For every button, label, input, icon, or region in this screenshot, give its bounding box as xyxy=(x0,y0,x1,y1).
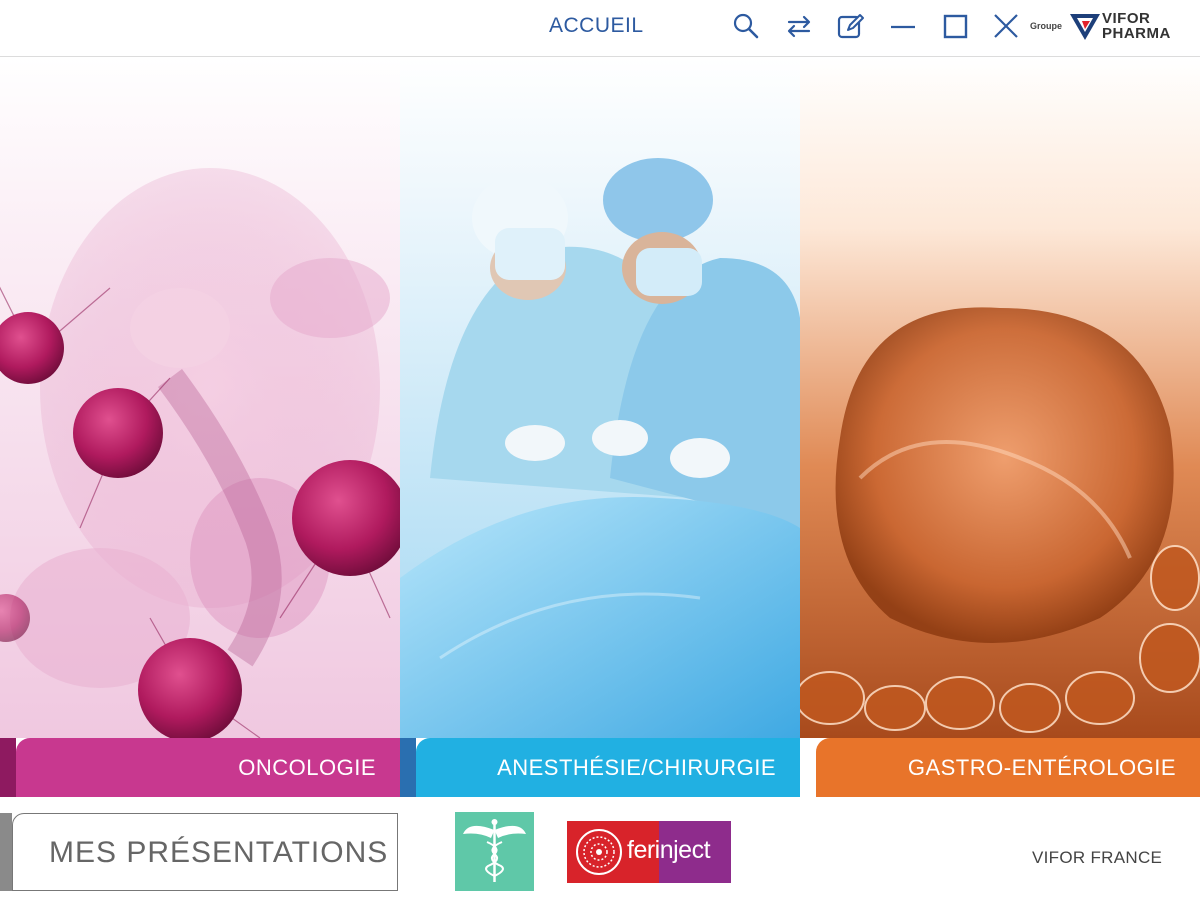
brand-line2: PHARMA xyxy=(1102,25,1171,42)
vifor-pharma-logo: Groupe VIFOR PHARMA xyxy=(1030,11,1180,45)
brand-name: VIFOR PHARMA xyxy=(1102,11,1171,41)
surgery-image xyxy=(400,58,800,738)
vifor-mark-icon xyxy=(1070,14,1100,40)
ferinject-button[interactable]: ferinject xyxy=(567,821,731,883)
anesthesie-accent xyxy=(400,738,416,797)
ferinject-logo-icon xyxy=(576,829,622,875)
panel-gastro-enterologie[interactable]: GASTRO-ENTÉROLOGIE xyxy=(800,58,1200,797)
mes-presentations-wrapper: MES PRÉSENTATIONS xyxy=(0,813,398,891)
close-icon[interactable] xyxy=(991,11,1021,41)
maximize-icon[interactable] xyxy=(940,11,970,41)
minimize-icon[interactable] xyxy=(888,11,918,41)
home-link[interactable]: ACCUEIL xyxy=(549,14,644,38)
brand-prefix: Groupe xyxy=(1030,21,1063,31)
gastro-image xyxy=(800,58,1200,738)
oncologie-label: ONCOLOGIE xyxy=(238,755,376,780)
gastro-label: GASTRO-ENTÉROLOGIE xyxy=(907,755,1176,780)
mes-presentations-button[interactable]: MES PRÉSENTATIONS xyxy=(12,813,398,891)
top-bar: ACCUEIL Groupe VIFOR PHARMA xyxy=(0,0,1200,57)
anesthesie-label: ANESTHÉSIE/CHIRURGIE xyxy=(497,755,776,780)
caduceus-button[interactable] xyxy=(455,812,534,891)
company-label: VIFOR FRANCE xyxy=(1032,848,1163,867)
sync-icon[interactable] xyxy=(784,11,814,41)
panel-oncologie[interactable]: ONCOLOGIE xyxy=(0,58,400,797)
panel-anesthesie-chirurgie[interactable]: ANESTHÉSIE/CHIRURGIE xyxy=(400,58,800,797)
oncology-image xyxy=(0,58,400,738)
oncologie-accent xyxy=(0,738,16,797)
search-icon[interactable] xyxy=(731,11,761,41)
mes-presentations-label: MES PRÉSENTATIONS xyxy=(49,836,389,869)
mes-presentations-accent xyxy=(0,813,12,891)
oncologie-label-bar[interactable]: ONCOLOGIE xyxy=(0,738,400,797)
gastro-label-bar[interactable]: GASTRO-ENTÉROLOGIE xyxy=(800,738,1200,797)
ferinject-label: ferinject xyxy=(627,836,711,864)
caduceus-icon xyxy=(463,819,526,882)
anesthesie-label-bar[interactable]: ANESTHÉSIE/CHIRURGIE xyxy=(400,738,800,797)
gastro-accent xyxy=(800,738,816,797)
edit-icon[interactable] xyxy=(836,11,866,41)
